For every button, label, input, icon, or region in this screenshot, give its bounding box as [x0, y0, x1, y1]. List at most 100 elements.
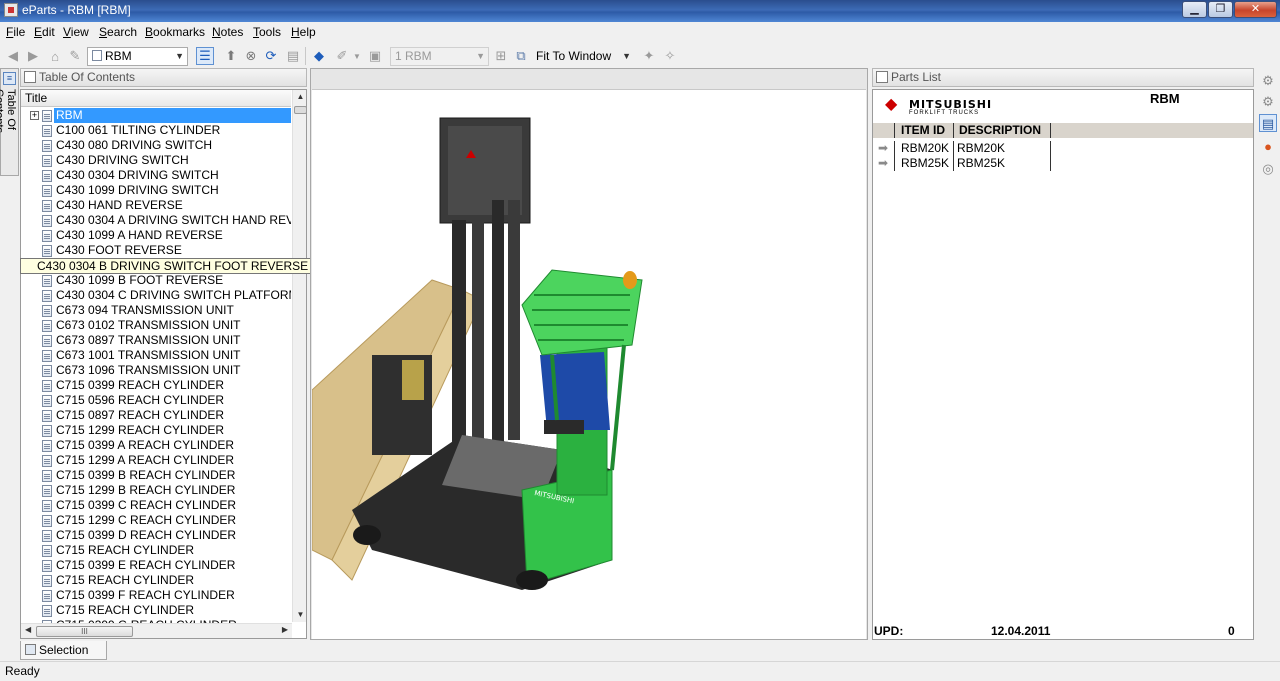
catalog-icon[interactable]: ✎	[66, 47, 84, 65]
parts-list-icon[interactable]: ▤	[1259, 114, 1277, 132]
toc-item[interactable]: C430 0304 C DRIVING SWITCH PLATFORM OPER…	[21, 288, 291, 303]
book-combo[interactable]: RBM ▼	[87, 47, 188, 66]
menu-file[interactable]: File	[6, 25, 25, 39]
picture-icon[interactable]: ▣	[366, 47, 384, 65]
document-icon	[42, 590, 52, 602]
toc-item[interactable]: C430 0304 A DRIVING SWITCH HAND REVERSE	[21, 213, 291, 228]
up-icon[interactable]: ⬆	[222, 47, 240, 65]
scroll-thumb[interactable]	[294, 106, 306, 114]
toc-item[interactable]: C715 REACH CYLINDER	[21, 543, 291, 558]
toc-item[interactable]: C715 1299 REACH CYLINDER	[21, 423, 291, 438]
toc-item-label: C673 0897 TRANSMISSION UNIT	[56, 333, 241, 347]
scroll-down-icon[interactable]: ▼	[293, 608, 306, 622]
toc-item[interactable]: C715 REACH CYLINDER	[21, 573, 291, 588]
toc-side-tab[interactable]: ≡ Table Of Contents	[0, 68, 19, 176]
menu-bookmarks[interactable]: Bookmarks	[145, 25, 205, 39]
toc-root-item[interactable]: + RBM	[21, 108, 291, 123]
col-description[interactable]: DESCRIPTION	[954, 123, 1051, 138]
note-icon[interactable]: ✐	[333, 47, 351, 65]
fit-window-icon[interactable]: ⧉	[512, 47, 530, 65]
toc-item[interactable]: C100 061 TILTING CYLINDER	[21, 123, 291, 138]
toc-item[interactable]: C430 1099 DRIVING SWITCH	[21, 183, 291, 198]
parts-header-icon	[876, 71, 888, 83]
toc-item[interactable]: C715 1299 B REACH CYLINDER	[21, 483, 291, 498]
toc-item[interactable]: C430 080 DRIVING SWITCH	[21, 138, 291, 153]
add-to-list-icon[interactable]: ⚙	[1259, 72, 1277, 90]
toc-item[interactable]: C715 0399 C REACH CYLINDER	[21, 498, 291, 513]
selection-list-tab[interactable]: Selection List	[20, 641, 107, 675]
zoom-part-icon[interactable]: ◎	[1259, 160, 1277, 178]
arrow-right-icon[interactable]: ➡	[878, 157, 888, 169]
chevron-down-icon: ▼	[622, 51, 631, 61]
toc-item[interactable]: C715 REACH CYLINDER	[21, 603, 291, 618]
forward-icon[interactable]: ▶	[24, 47, 42, 65]
toc-item[interactable]: C430 FOOT REVERSE	[21, 243, 291, 258]
toc-item-label: C430 0304 DRIVING SWITCH	[56, 168, 219, 182]
toc-item[interactable]: C715 1299 C REACH CYLINDER	[21, 513, 291, 528]
menu-edit[interactable]: Edit	[34, 25, 55, 39]
note-dropdown-icon[interactable]: ▼	[352, 47, 362, 65]
scroll-left-icon[interactable]: ◀	[25, 625, 31, 634]
menu-view[interactable]: View	[63, 25, 89, 39]
highlight-icon[interactable]: ◆	[310, 47, 328, 65]
toc-item[interactable]: C430 DRIVING SWITCH	[21, 153, 291, 168]
toc-item[interactable]: C430 0304 DRIVING SWITCH	[21, 168, 291, 183]
scroll-up-icon[interactable]: ▲	[293, 90, 306, 104]
zoom-combo[interactable]: Fit To Window ▼	[531, 47, 635, 66]
parts-header-label: Parts List	[891, 70, 942, 84]
document-icon	[42, 515, 52, 527]
hscroll-thumb[interactable]: III	[36, 626, 133, 637]
toc-item[interactable]: C715 0399 A REACH CYLINDER	[21, 438, 291, 453]
menu-search[interactable]: Search	[99, 25, 137, 39]
parts-row[interactable]: ➡ RBM20K RBM20K	[873, 141, 1253, 156]
toc-item[interactable]: C715 0399 D REACH CYLINDER	[21, 528, 291, 543]
toc-toggle-icon[interactable]: ☰	[196, 47, 214, 65]
toc-item[interactable]: C715 0399 B REACH CYLINDER	[21, 468, 291, 483]
toc-item[interactable]: C715 0399 E REACH CYLINDER	[21, 558, 291, 573]
search-part-icon[interactable]: ●	[1259, 138, 1277, 156]
print-icon[interactable]: ▤	[284, 47, 302, 65]
tool-b-icon[interactable]: ✧	[661, 47, 679, 65]
tool-a-icon[interactable]: ✦	[640, 47, 658, 65]
remove-from-list-icon[interactable]: ⚙	[1259, 93, 1277, 111]
toc-item[interactable]: C673 0102 TRANSMISSION UNIT	[21, 318, 291, 333]
col-item-id[interactable]: ITEM ID	[894, 123, 954, 138]
app-icon	[4, 3, 18, 17]
toc-item[interactable]: C673 094 TRANSMISSION UNIT	[21, 303, 291, 318]
document-icon	[42, 200, 52, 212]
stop-icon[interactable]: ⊗	[242, 47, 260, 65]
toc-item-label: C673 1001 TRANSMISSION UNIT	[56, 348, 241, 362]
maximize-button[interactable]: ❐	[1208, 1, 1233, 18]
toc-item[interactable]: C715 0399 F REACH CYLINDER	[21, 588, 291, 603]
toc-horizontal-scrollbar[interactable]: ◀ III ▶	[21, 623, 292, 638]
menu-tools[interactable]: Tools	[253, 25, 281, 39]
toc-item[interactable]: C430 HAND REVERSE	[21, 198, 291, 213]
toc-item[interactable]: C673 1096 TRANSMISSION UNIT	[21, 363, 291, 378]
close-button[interactable]: ✕	[1234, 1, 1277, 18]
minimize-button[interactable]: ▁	[1182, 1, 1207, 18]
toc-item[interactable]: C715 0897 REACH CYLINDER	[21, 408, 291, 423]
toc-item[interactable]: C430 1099 A HAND REVERSE	[21, 228, 291, 243]
toc-item[interactable]: C715 0596 REACH CYLINDER	[21, 393, 291, 408]
document-icon	[42, 380, 52, 392]
page-combo[interactable]: 1 RBM ▼	[390, 47, 489, 66]
toc-vertical-scrollbar[interactable]: ▲ ▼	[292, 90, 306, 622]
expand-icon[interactable]: +	[30, 111, 39, 120]
illustration-canvas[interactable]: MITSUBISHI	[311, 89, 866, 639]
toc-item[interactable]: C430 1099 B FOOT REVERSE	[21, 273, 291, 288]
toolbar-separator	[305, 47, 306, 65]
back-icon[interactable]: ◀	[4, 47, 22, 65]
toc-item[interactable]: C715 1299 A REACH CYLINDER	[21, 453, 291, 468]
menu-help[interactable]: Help	[291, 25, 316, 39]
toc-column-title[interactable]: Title	[21, 90, 291, 107]
toc-item[interactable]: C673 1001 TRANSMISSION UNIT	[21, 348, 291, 363]
scroll-right-icon[interactable]: ▶	[282, 625, 288, 634]
parts-row[interactable]: ➡ RBM25K RBM25K	[873, 156, 1253, 171]
toc-item[interactable]: C673 0897 TRANSMISSION UNIT	[21, 333, 291, 348]
home-icon[interactable]: ⌂	[46, 47, 64, 65]
zoom-area-icon[interactable]: ⊞	[492, 47, 510, 65]
menu-notes[interactable]: Notes	[212, 25, 243, 39]
arrow-right-icon[interactable]: ➡	[878, 142, 888, 154]
refresh-icon[interactable]: ⟳	[262, 47, 280, 65]
toc-item[interactable]: C715 0399 REACH CYLINDER	[21, 378, 291, 393]
